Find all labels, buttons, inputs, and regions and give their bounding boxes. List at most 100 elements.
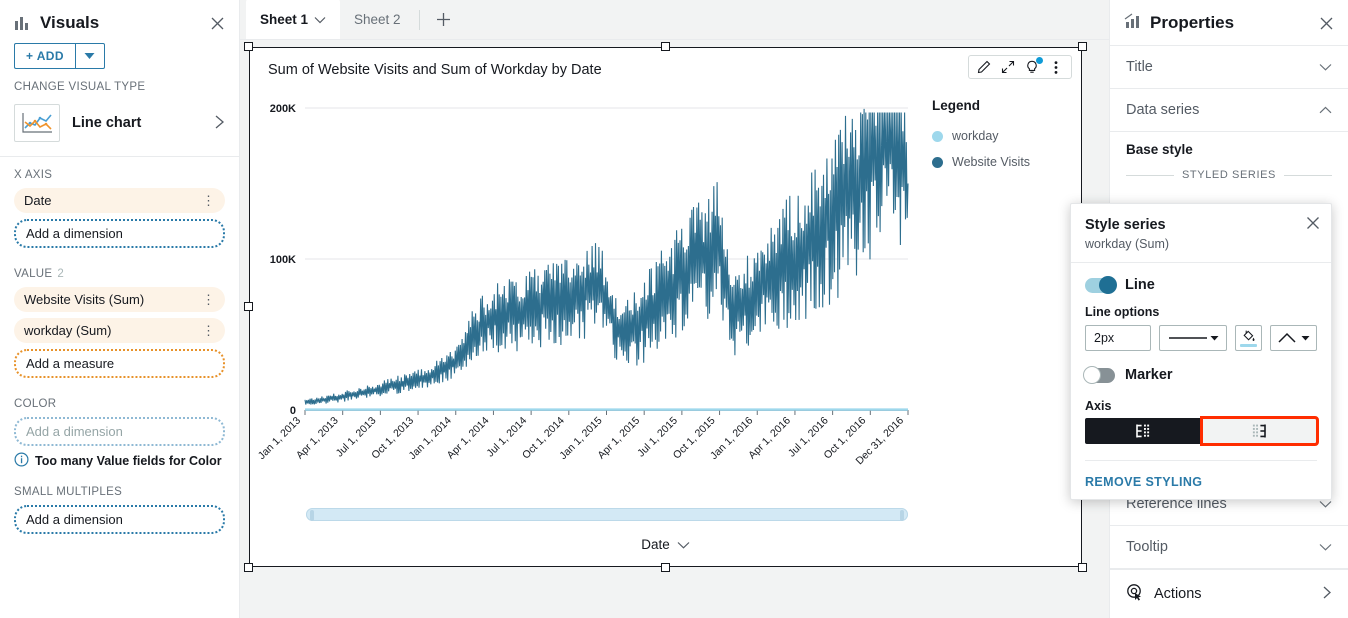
- styled-series-divider: STYLED SERIES: [1110, 161, 1348, 181]
- resize-handle-top-center[interactable]: [661, 42, 670, 51]
- insight-bulb-icon[interactable]: [1021, 58, 1043, 76]
- style-series-popup: Style series workday (Sum) Line Line opt…: [1070, 203, 1332, 500]
- style-series-title: Style series: [1085, 217, 1317, 233]
- kebab-menu-icon[interactable]: ⋮: [202, 293, 215, 306]
- chevron-down-icon[interactable]: [677, 537, 690, 552]
- caret-down-icon: [84, 52, 95, 60]
- visuals-panel-header: Visuals: [0, 0, 239, 43]
- add-visual-dropdown-caret[interactable]: [75, 43, 105, 69]
- section-label: Tooltip: [1126, 539, 1168, 555]
- legend-item-workday[interactable]: workday: [932, 129, 1072, 143]
- legend-title: Legend: [932, 98, 1072, 113]
- line-shape-icon: [1277, 332, 1297, 344]
- line-width-input[interactable]: 2px: [1085, 325, 1151, 351]
- field-pill-website-visits[interactable]: Website Visits (Sum) ⋮: [14, 287, 225, 312]
- line-style-dropdown[interactable]: [1159, 325, 1227, 351]
- left-axis-option[interactable]: [1085, 418, 1202, 444]
- right-axis-option[interactable]: [1202, 418, 1318, 444]
- value-dropzone[interactable]: Add a measure: [14, 349, 225, 378]
- line-options-row: 2px: [1085, 325, 1317, 351]
- resize-handle-middle-left[interactable]: [244, 302, 253, 311]
- add-visual-group: + ADD: [14, 43, 105, 69]
- line-toggle-switch[interactable]: [1085, 278, 1115, 293]
- date-range-scrollbar[interactable]: [306, 508, 908, 521]
- paint-bucket-icon: [1241, 329, 1256, 344]
- kebab-menu-icon[interactable]: [1045, 58, 1067, 76]
- properties-section-actions[interactable]: Actions: [1110, 569, 1348, 618]
- field-pill-date[interactable]: Date ⋮: [14, 188, 225, 213]
- tab-sheet-1[interactable]: Sheet 1: [246, 0, 340, 39]
- add-visual-button[interactable]: + ADD: [14, 43, 75, 69]
- resize-handle-top-left[interactable]: [244, 42, 253, 51]
- resize-handle-bottom-center[interactable]: [661, 563, 670, 572]
- left-axis-icon: [1135, 423, 1151, 439]
- x-axis-field-label: Date: [641, 537, 670, 552]
- chevron-up-icon[interactable]: [1319, 102, 1332, 118]
- axis-segmented-control: [1085, 418, 1317, 444]
- line-chart-visual[interactable]: Sum of Website Visits and Sum of Workday…: [249, 47, 1082, 567]
- legend-color-dot: [932, 157, 943, 168]
- scrollbar-handle-right[interactable]: [900, 510, 904, 521]
- visual-type-selector[interactable]: Line chart: [0, 104, 239, 156]
- legend-item-label: Website Visits: [952, 155, 1030, 169]
- properties-section-title[interactable]: Title: [1110, 46, 1348, 89]
- visual-toolbar: [968, 55, 1072, 79]
- close-icon[interactable]: [210, 16, 225, 31]
- kebab-menu-icon[interactable]: ⋮: [202, 194, 215, 207]
- actions-target-icon: [1126, 583, 1144, 605]
- add-sheet-button[interactable]: [424, 0, 463, 39]
- kebab-menu-icon[interactable]: ⋮: [202, 324, 215, 337]
- solid-line-icon: [1167, 334, 1209, 342]
- scrollbar-handle-left[interactable]: [310, 510, 314, 521]
- style-series-header: Style series workday (Sum): [1071, 204, 1331, 263]
- change-visual-type-label: CHANGE VISUAL TYPE: [14, 81, 225, 93]
- svg-text:100K: 100K: [270, 254, 296, 266]
- line-color-picker[interactable]: [1235, 325, 1262, 351]
- expand-icon[interactable]: [997, 58, 1019, 76]
- resize-handle-bottom-right[interactable]: [1078, 563, 1087, 572]
- tab-sheet-2[interactable]: Sheet 2: [340, 0, 415, 39]
- x-axis-field-control[interactable]: Date: [250, 537, 1081, 552]
- legend-item-website-visits[interactable]: Website Visits: [932, 155, 1072, 169]
- edit-pencil-icon[interactable]: [973, 58, 995, 76]
- line-chart-thumbnail-icon: [14, 104, 60, 142]
- legend-color-dot: [932, 131, 943, 142]
- marker-toggle-switch[interactable]: [1085, 368, 1115, 383]
- visual-type-name: Line chart: [72, 115, 202, 131]
- chevron-down-icon[interactable]: [1319, 59, 1332, 75]
- insight-badge-dot: [1036, 57, 1043, 64]
- close-icon[interactable]: [1306, 216, 1320, 233]
- visuals-panel-title: Visuals: [40, 13, 210, 33]
- color-dropzone[interactable]: Add a dimension: [14, 417, 225, 446]
- style-series-subtitle: workday (Sum): [1085, 237, 1317, 251]
- x-axis-block: X AXIS Date ⋮ Add a dimension: [0, 157, 239, 256]
- x-axis-dropzone[interactable]: Add a dimension: [14, 219, 225, 248]
- resize-handle-bottom-left[interactable]: [244, 563, 253, 572]
- visual-title: Sum of Website Visits and Sum of Workday…: [268, 62, 602, 78]
- app-root: Visuals + ADD CHANGE VISUAL TYPE: [0, 0, 1348, 618]
- properties-section-tooltip[interactable]: Tooltip: [1110, 526, 1348, 569]
- chevron-down-icon[interactable]: [314, 12, 326, 27]
- change-visual-type-block: CHANGE VISUAL TYPE: [0, 81, 239, 104]
- selected-visual-wrapper: Sum of Website Visits and Sum of Workday…: [249, 47, 1082, 567]
- chevron-down-icon[interactable]: [1319, 539, 1332, 555]
- toggle-knob: [1099, 276, 1117, 294]
- chart-plot-area[interactable]: 200K100K0Jan 1, 2013Apr 1, 2013Jul 1, 20…: [250, 100, 920, 500]
- small-multiples-dropzone[interactable]: Add a dimension: [14, 505, 225, 534]
- close-icon[interactable]: [1319, 16, 1334, 31]
- properties-section-data-series[interactable]: Data series: [1110, 89, 1348, 132]
- line-shape-dropdown[interactable]: [1270, 325, 1317, 351]
- value-block: VALUE2 Website Visits (Sum) ⋮ workday (S…: [0, 256, 239, 386]
- scrollbar-thumb[interactable]: [306, 508, 908, 521]
- remove-styling-button[interactable]: REMOVE STYLING: [1071, 461, 1331, 503]
- section-label: Data series: [1126, 102, 1199, 118]
- chevron-right-icon[interactable]: [1322, 585, 1332, 604]
- caret-down-icon: [1301, 335, 1310, 341]
- resize-handle-top-right[interactable]: [1078, 42, 1087, 51]
- marker-toggle-label: Marker: [1125, 367, 1173, 383]
- field-pill-workday[interactable]: workday (Sum) ⋮: [14, 318, 225, 343]
- sheet-tabbar: Sheet 1 Sheet 2: [240, 0, 1109, 40]
- tab-separator: [419, 10, 420, 30]
- chart-legend: Legend workday Website Visits: [932, 98, 1072, 181]
- section-label: Title: [1126, 59, 1153, 75]
